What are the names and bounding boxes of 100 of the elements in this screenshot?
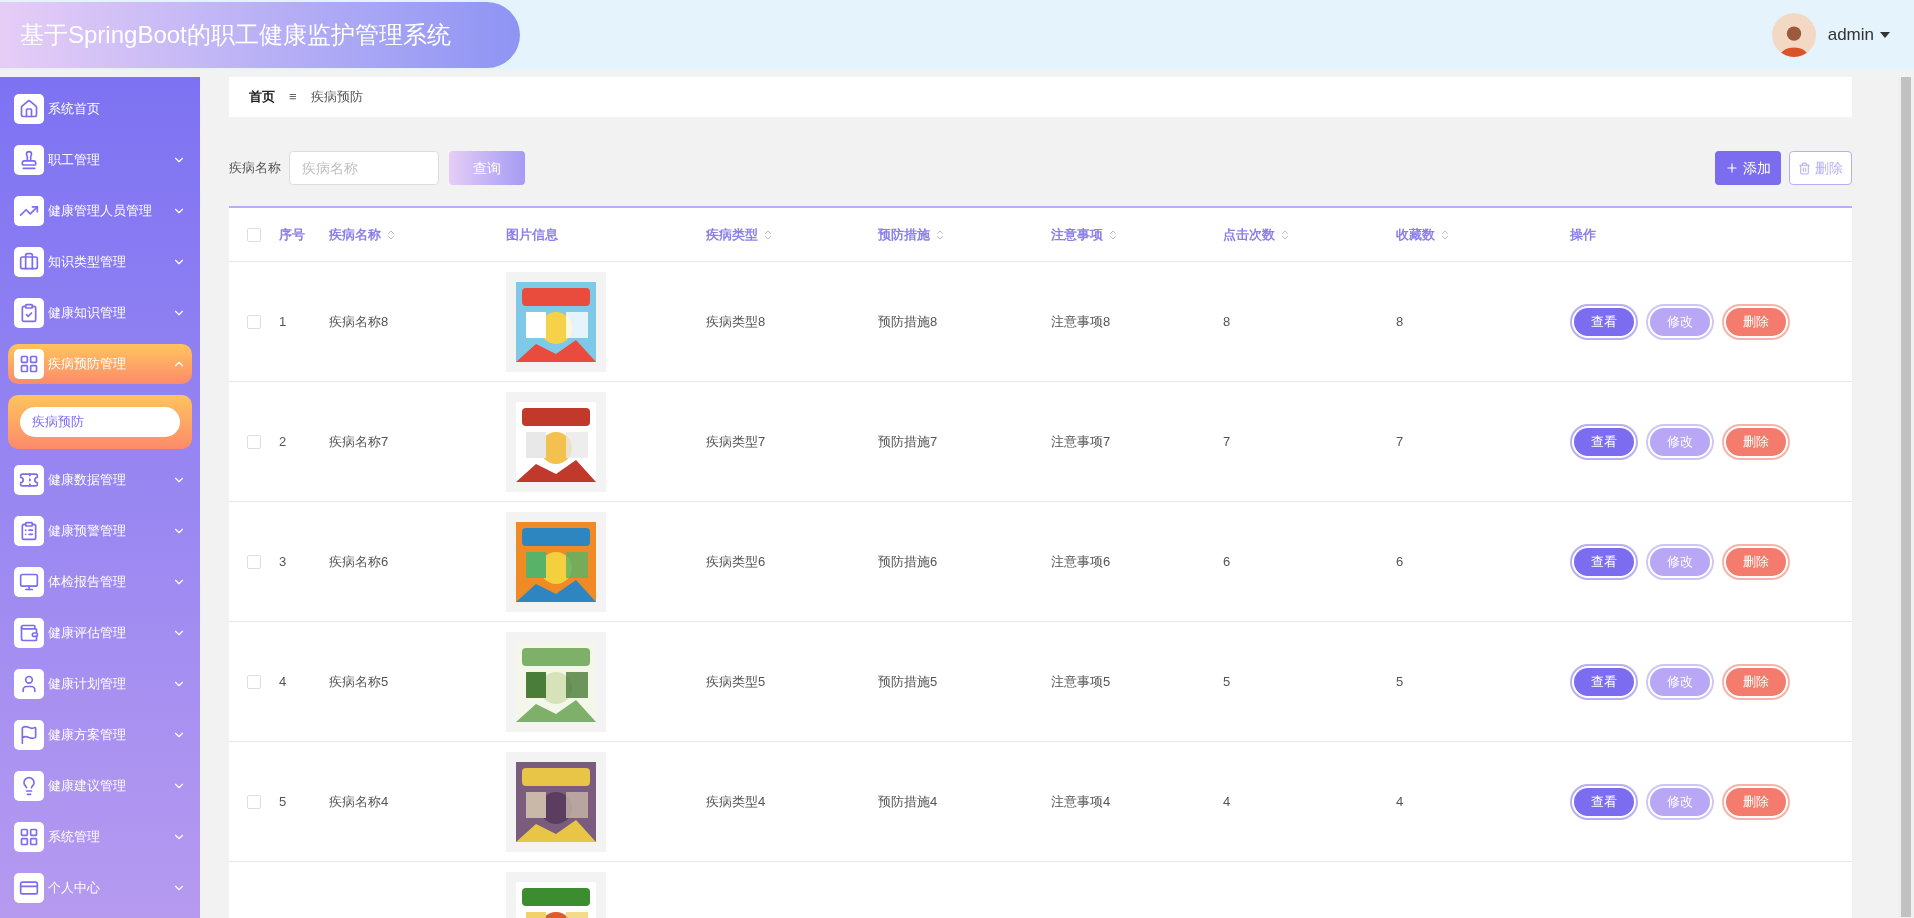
column-header: 收藏数	[1396, 225, 1435, 244]
sidebar-label: 健康方案管理	[48, 726, 127, 745]
table-cell: 疾病类型5	[706, 673, 766, 689]
row-action-button[interactable]: 修改	[1650, 307, 1710, 336]
table-cell: 注意事项6	[1051, 553, 1111, 569]
table-cell: 疾病名称8	[329, 313, 389, 329]
sidebar-item[interactable]: 健康计划管理	[8, 664, 192, 704]
trash-icon	[1798, 161, 1811, 175]
table-cell: 疾病类型4	[706, 793, 766, 809]
sidebar-item[interactable]: 疾病预防管理	[8, 344, 192, 384]
table-cell: 预防措施5	[878, 673, 938, 689]
breadcrumb-home[interactable]: 首页	[249, 87, 275, 107]
delete-button[interactable]: 删除	[1789, 151, 1852, 185]
table-cell: 4	[279, 673, 287, 689]
plus-icon	[1725, 161, 1739, 175]
row-action-button[interactable]: 修改	[1650, 667, 1710, 696]
sort-icon[interactable]	[385, 228, 397, 241]
menu-icon	[19, 572, 39, 592]
menu-icon	[19, 252, 39, 272]
breadcrumb-current: 疾病预防	[310, 88, 363, 107]
sidebar-label: 健康建议管理	[48, 777, 127, 796]
menu-icon	[19, 354, 39, 374]
sort-icon[interactable]	[934, 228, 946, 241]
sidebar-item[interactable]: 个人中心	[8, 868, 192, 908]
row-action-button[interactable]: 删除	[1726, 307, 1786, 336]
table-cell: 疾病名称4	[329, 793, 389, 809]
row-action-button[interactable]: 查看	[1574, 787, 1634, 816]
table-cell: 8	[1396, 313, 1404, 329]
table-cell: 预防措施6	[878, 553, 938, 569]
sort-icon[interactable]	[1279, 228, 1291, 241]
table-cell: 4	[1396, 793, 1404, 809]
sidebar-label: 健康数据管理	[48, 471, 127, 490]
checkbox[interactable]	[247, 554, 261, 569]
row-action-button[interactable]: 查看	[1574, 667, 1634, 696]
row-action-button[interactable]: 查看	[1574, 427, 1634, 456]
table-cell: 疾病类型8	[706, 313, 766, 329]
table-cell: 预防措施8	[878, 313, 938, 329]
column-header: 序号	[279, 225, 305, 244]
menu-icon	[19, 303, 39, 323]
checkbox[interactable]	[247, 674, 261, 689]
user-menu[interactable]: admin	[1827, 22, 1890, 48]
row-action-button[interactable]: 删除	[1726, 547, 1786, 576]
table-cell: 6	[1223, 553, 1231, 569]
table-cell: 疾病名称5	[329, 673, 389, 689]
table-cell: 4	[1223, 793, 1231, 809]
sort-icon[interactable]	[1439, 228, 1451, 241]
table-cell: 7	[1223, 433, 1231, 449]
row-action-button[interactable]: 修改	[1650, 427, 1710, 456]
checkbox[interactable]	[247, 227, 261, 242]
sidebar-item[interactable]: 健康知识管理	[8, 293, 192, 333]
table-cell: 8	[1223, 313, 1231, 329]
sort-icon[interactable]	[1107, 228, 1119, 241]
table-cell: 预防措施4	[878, 793, 938, 809]
table-cell: 3	[279, 553, 287, 569]
column-header: 图片信息	[506, 225, 558, 244]
table-cell: 5	[1396, 673, 1404, 689]
sidebar-label: 系统管理	[48, 828, 101, 847]
row-action-button[interactable]: 查看	[1574, 547, 1634, 576]
table-cell: 6	[1396, 553, 1404, 569]
row-action-button[interactable]: 修改	[1650, 787, 1710, 816]
sidebar-label: 体检报告管理	[48, 573, 127, 592]
menu-icon	[19, 99, 39, 119]
sidebar-item[interactable]: 职工管理	[8, 140, 192, 180]
column-header: 疾病类型	[706, 225, 758, 244]
checkbox[interactable]	[247, 434, 261, 449]
sidebar-item[interactable]: 健康评估管理	[8, 613, 192, 653]
menu-icon	[19, 878, 39, 898]
sidebar-item[interactable]: 健康数据管理	[8, 460, 192, 500]
column-header: 注意事项	[1051, 225, 1103, 244]
sidebar-item[interactable]: 健康管理人员管理	[8, 191, 192, 231]
menu-icon	[19, 470, 39, 490]
sidebar-item[interactable]: 系统首页	[8, 89, 192, 129]
row-action-button[interactable]: 查看	[1574, 307, 1634, 336]
sidebar-item[interactable]: 健康预警管理	[8, 511, 192, 551]
add-button[interactable]: 添加	[1715, 151, 1781, 185]
search-button[interactable]: 查询	[449, 151, 525, 185]
sidebar-label: 个人中心	[48, 879, 101, 898]
sidebar-label: 健康知识管理	[48, 304, 127, 323]
row-action-button[interactable]: 删除	[1726, 427, 1786, 456]
row-action-button[interactable]: 删除	[1726, 787, 1786, 816]
breadcrumb-separator: ≡	[289, 88, 297, 107]
search-field[interactable]: 疾病名称	[289, 151, 439, 185]
sidebar-item[interactable]: 知识类型管理	[8, 242, 192, 282]
table-cell: 2	[279, 433, 287, 449]
table-cell: 注意事项4	[1051, 793, 1111, 809]
sidebar-item[interactable]: 体检报告管理	[8, 562, 192, 602]
row-action-button[interactable]: 删除	[1726, 667, 1786, 696]
checkbox[interactable]	[247, 314, 261, 329]
sidebar-label: 健康管理人员管理	[48, 202, 153, 221]
submenu-item[interactable]: 疾病预防	[20, 407, 180, 437]
menu-icon	[19, 623, 39, 643]
avatar[interactable]	[1771, 13, 1816, 57]
sidebar-item[interactable]: 系统管理	[8, 817, 192, 857]
table-cell: 疾病类型7	[706, 433, 766, 449]
checkbox[interactable]	[247, 794, 261, 809]
sort-icon[interactable]	[762, 228, 774, 241]
row-action-button[interactable]: 修改	[1650, 547, 1710, 576]
sidebar-item[interactable]: 健康建议管理	[8, 766, 192, 806]
sidebar-item[interactable]: 健康方案管理	[8, 715, 192, 755]
sidebar-label: 疾病预防管理	[48, 355, 127, 374]
